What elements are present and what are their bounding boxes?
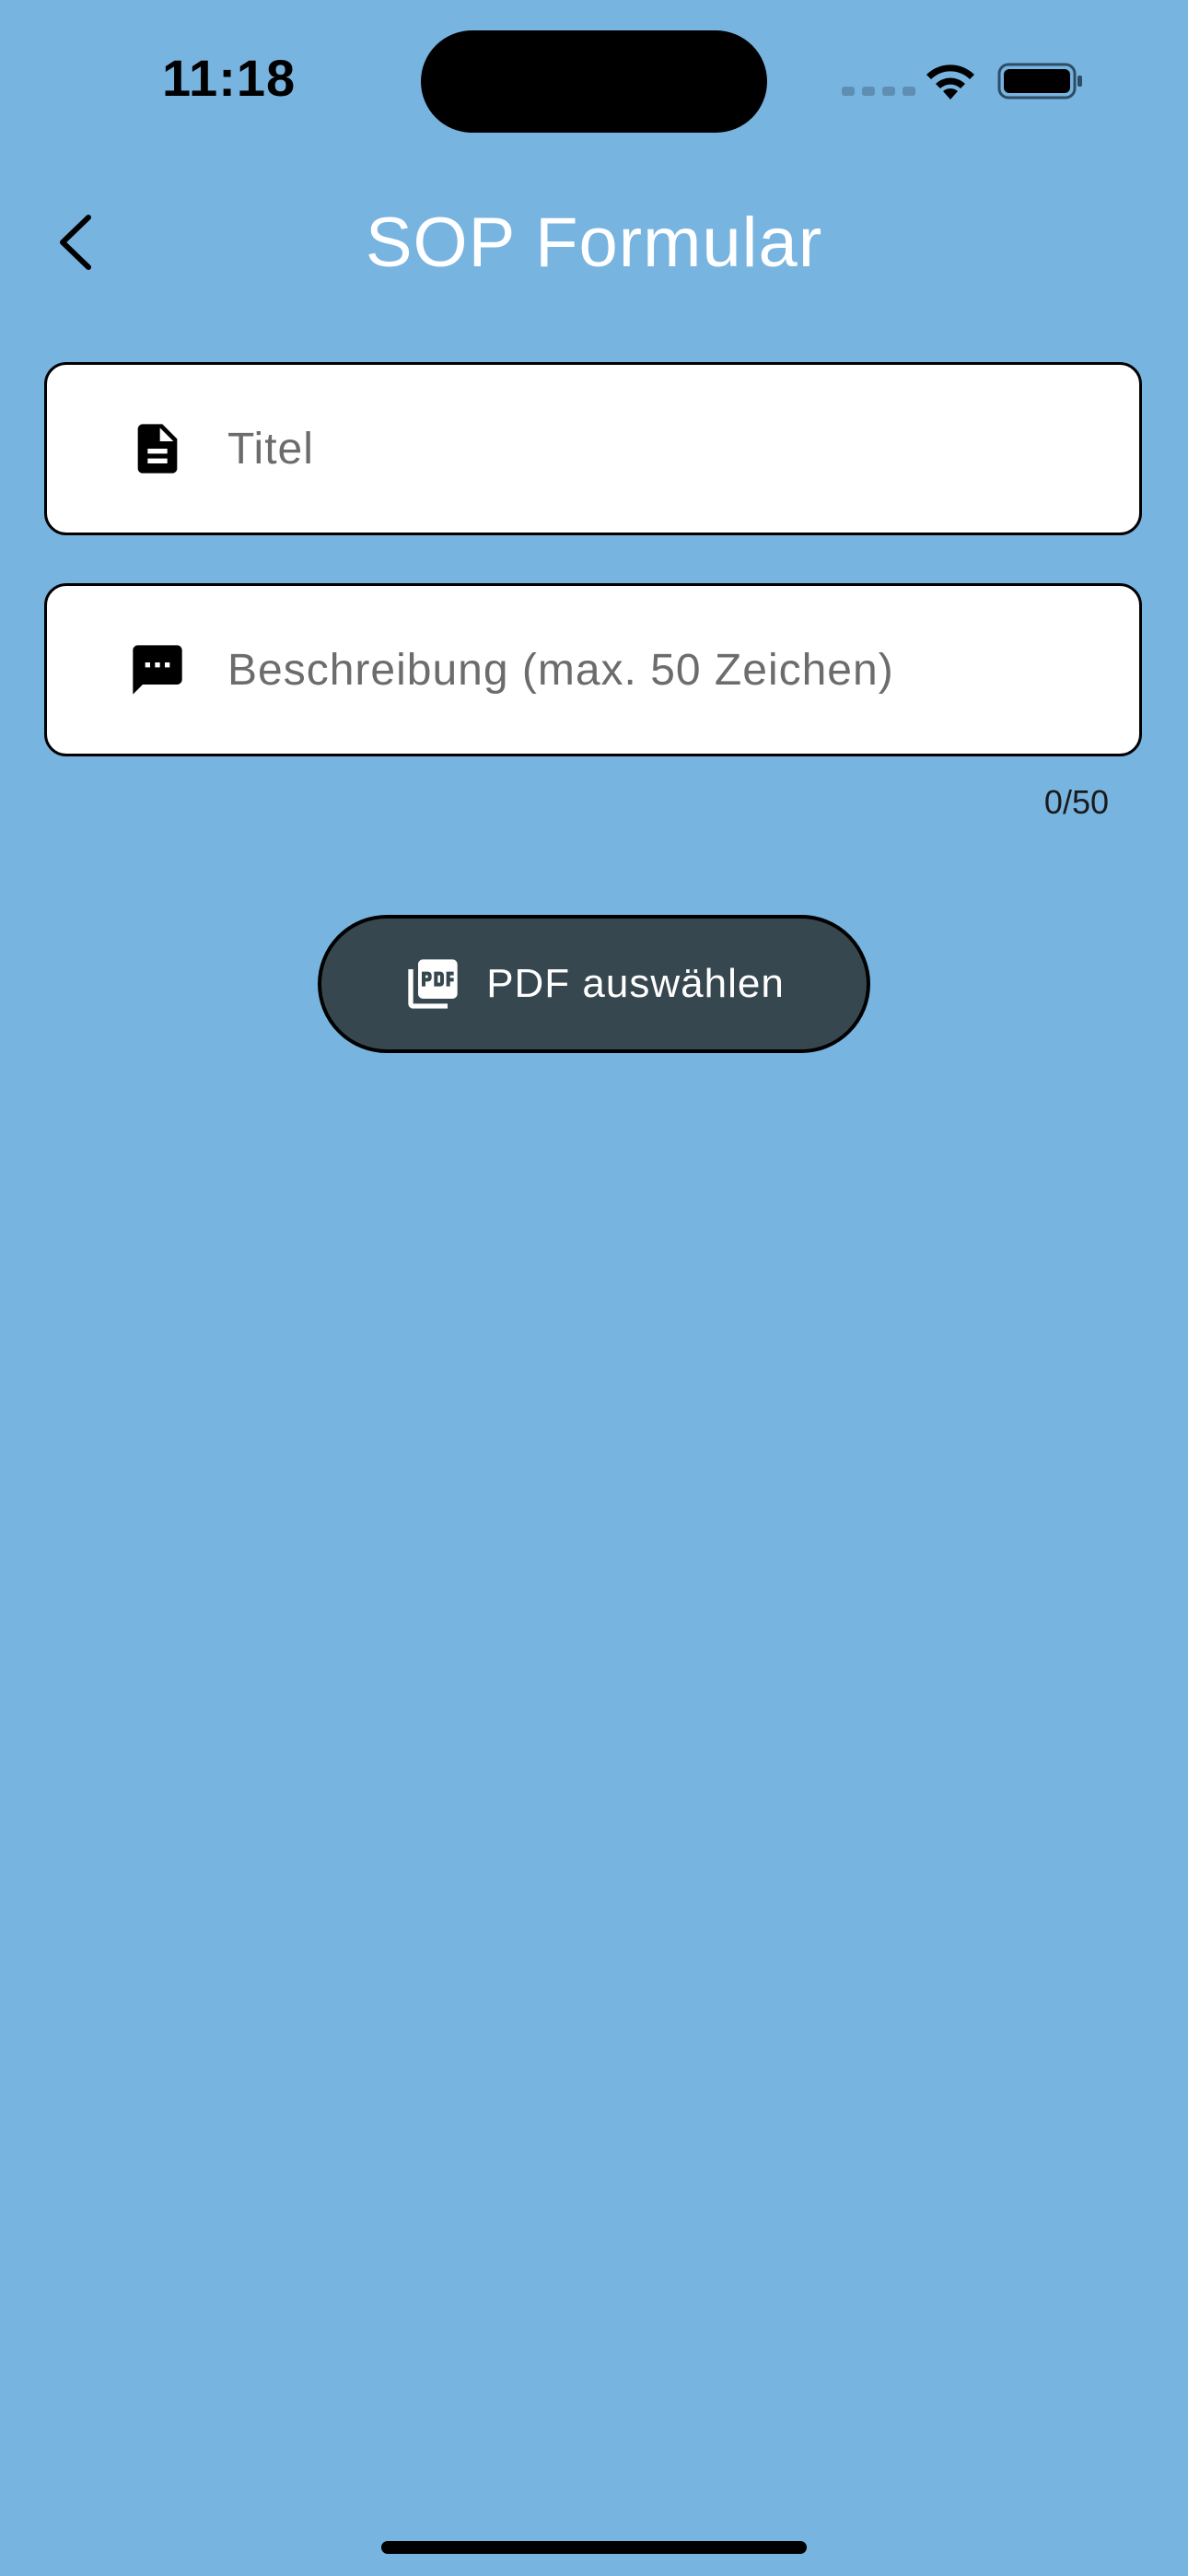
page-title: SOP Formular — [365, 204, 823, 282]
status-time: 11:18 — [162, 49, 297, 107]
wifi-icon — [926, 64, 974, 100]
document-icon — [137, 424, 178, 474]
title-field[interactable] — [44, 362, 1142, 535]
select-pdf-button[interactable]: PDF auswählen — [318, 915, 870, 1053]
character-counter: 0/50 — [1043, 783, 1109, 821]
dynamic-island — [421, 30, 767, 133]
pdf-icon — [408, 959, 458, 1009]
chat-bubble-icon — [133, 645, 182, 695]
description-input[interactable] — [226, 643, 1113, 697]
title-input[interactable] — [226, 422, 1113, 475]
select-pdf-label: PDF auswählen — [486, 961, 785, 1006]
description-field[interactable] — [44, 583, 1142, 756]
cellular-signal-icon — [842, 87, 915, 96]
navigation-bar: SOP Formular — [0, 184, 1188, 299]
status-bar: 11:18 — [0, 0, 1188, 157]
home-indicator[interactable] — [381, 2541, 807, 2554]
battery-icon — [997, 63, 1082, 100]
